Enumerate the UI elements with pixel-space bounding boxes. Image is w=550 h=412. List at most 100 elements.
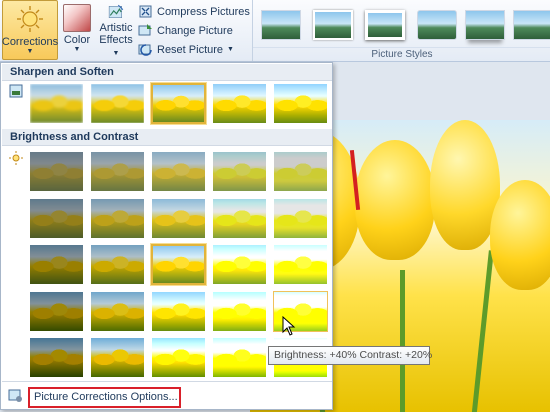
brightness-contrast-option[interactable] xyxy=(90,291,145,332)
tulip-thumbnail-image xyxy=(213,152,266,191)
tulip-thumbnail-image xyxy=(91,245,144,284)
brightness-contrast-option[interactable] xyxy=(212,198,267,239)
reset-picture-button[interactable]: Reset Picture ▼ xyxy=(138,40,250,59)
tulip-flower xyxy=(355,140,435,260)
tooltip: Brightness: +40% Contrast: +20% xyxy=(268,346,432,365)
tulip-thumbnail-image xyxy=(30,84,83,123)
chevron-down-icon: ▼ xyxy=(112,50,120,57)
tulip-thumbnail-image xyxy=(152,199,205,238)
tulip-thumbnail-image xyxy=(213,338,266,377)
tulip-flower xyxy=(490,180,550,290)
tulip-thumbnail-image xyxy=(152,338,205,377)
brightness-contrast-option[interactable] xyxy=(212,337,267,378)
picture-style-1[interactable] xyxy=(261,10,301,40)
compress-icon xyxy=(139,5,152,18)
picture-options-icon xyxy=(8,389,22,402)
brightness-contrast-option[interactable] xyxy=(29,337,84,378)
change-picture-icon xyxy=(138,24,152,36)
brightness-contrast-option[interactable] xyxy=(212,291,267,332)
artistic-effects-button[interactable]: Artistic Effects ▼ xyxy=(96,0,136,60)
brightness-contrast-option[interactable] xyxy=(90,198,145,239)
brightness-contrast-option[interactable] xyxy=(90,337,145,378)
brightness-contrast-option[interactable] xyxy=(151,198,206,239)
tulip-thumbnail-image xyxy=(30,292,83,331)
brightness-contrast-option[interactable] xyxy=(90,151,145,192)
brightness-contrast-option[interactable] xyxy=(212,151,267,192)
brightness-contrast-option[interactable] xyxy=(151,151,206,192)
brightness-contrast-option[interactable] xyxy=(273,198,328,239)
chevron-down-icon: ▼ xyxy=(26,48,34,55)
change-picture-button[interactable]: Change Picture xyxy=(138,21,250,40)
tulip-thumbnail-image xyxy=(213,84,266,123)
brightness-contrast-option[interactable] xyxy=(29,151,84,192)
picture-corrections-options-button[interactable]: Picture Corrections Options... xyxy=(28,387,181,408)
tulip-thumbnail-image xyxy=(213,292,266,331)
sharpen-soften-option[interactable] xyxy=(90,83,145,124)
brightness-contrast-option[interactable] xyxy=(90,244,145,285)
tulip-thumbnail-image xyxy=(91,292,144,331)
sharpen-soften-option[interactable] xyxy=(212,83,267,124)
brightness-contrast-option[interactable] xyxy=(273,244,328,285)
tulip-thumbnail-image xyxy=(91,84,144,123)
brightness-contrast-option[interactable] xyxy=(151,291,206,332)
brightness-contrast-option[interactable] xyxy=(151,337,206,378)
picture-style-3[interactable] xyxy=(365,10,405,40)
corrections-button[interactable]: Corrections ▼ xyxy=(2,0,58,60)
sharpen-soften-option[interactable] xyxy=(29,83,84,124)
compress-pictures-label: Compress Pictures xyxy=(157,5,250,18)
sharpen-icon xyxy=(9,84,23,98)
color-button[interactable]: Color ▼ xyxy=(60,0,94,60)
tulip-thumbnail-image xyxy=(274,84,327,123)
compress-pictures-button[interactable]: Compress Pictures xyxy=(138,2,250,21)
tulip-stem xyxy=(471,250,494,412)
tulip-thumbnail-image xyxy=(30,338,83,377)
tulip-thumbnail-image xyxy=(91,199,144,238)
artistic-effects-label-line2: Effects xyxy=(99,34,133,46)
tulip-thumbnail-image xyxy=(274,199,327,238)
sharpen-soften-heading: Sharpen and Soften xyxy=(2,64,332,81)
color-icon xyxy=(63,4,91,32)
brightness-contrast-option[interactable] xyxy=(29,244,84,285)
reset-picture-icon xyxy=(138,44,152,56)
tulip-thumbnail-image xyxy=(153,85,204,122)
brightness-contrast-option[interactable] xyxy=(150,243,207,286)
picture-style-2[interactable] xyxy=(313,10,353,40)
sharpen-soften-option[interactable] xyxy=(150,82,207,125)
brightness-contrast-option[interactable] xyxy=(273,151,328,192)
tulip-thumbnail-image xyxy=(152,292,205,331)
tulip-thumbnail-image xyxy=(30,152,83,191)
chevron-down-icon: ▼ xyxy=(227,46,234,53)
sun-icon xyxy=(17,6,43,32)
brightness-contrast-heading: Brightness and Contrast xyxy=(2,129,332,146)
picture-style-6[interactable] xyxy=(513,10,550,40)
tulip-thumbnail-image xyxy=(30,245,83,284)
options-bar: Picture Corrections Options... xyxy=(2,381,332,409)
tulip-thumbnail-image xyxy=(91,338,144,377)
reset-picture-label: Reset Picture xyxy=(157,43,224,56)
tulip-thumbnail-image xyxy=(274,245,327,284)
adjust-commands: Compress Pictures Change Picture Reset P… xyxy=(138,2,250,59)
change-picture-label: Change Picture xyxy=(157,24,233,37)
sun-icon xyxy=(9,151,23,165)
picture-style-4[interactable] xyxy=(417,10,457,40)
tulip-thumbnail-image xyxy=(91,152,144,191)
tulip-thumbnail-image xyxy=(213,245,266,284)
tulip-thumbnail-image xyxy=(274,152,327,191)
tulip-thumbnail-image xyxy=(152,152,205,191)
brightness-contrast-option[interactable] xyxy=(212,244,267,285)
picture-styles-group: Picture Styles xyxy=(252,0,550,61)
mouse-cursor-icon xyxy=(282,316,296,336)
artistic-effects-label-line2-wrap: Effects ▼ xyxy=(96,34,136,60)
picture-style-5[interactable] xyxy=(465,10,505,40)
sharpen-soften-option[interactable] xyxy=(273,83,328,124)
tulip-thumbnail-image xyxy=(153,246,204,283)
brightness-contrast-option[interactable] xyxy=(29,291,84,332)
tulip-thumbnail-image xyxy=(30,199,83,238)
brightness-contrast-option[interactable] xyxy=(29,198,84,239)
artistic-effects-icon xyxy=(108,4,124,18)
tulip-stem xyxy=(400,270,405,412)
ribbon: Corrections ▼ Color ▼ Artistic Effects ▼… xyxy=(0,0,550,62)
color-label: Color xyxy=(63,34,91,46)
corrections-label: Corrections xyxy=(1,36,59,48)
chevron-down-icon: ▼ xyxy=(73,46,81,53)
